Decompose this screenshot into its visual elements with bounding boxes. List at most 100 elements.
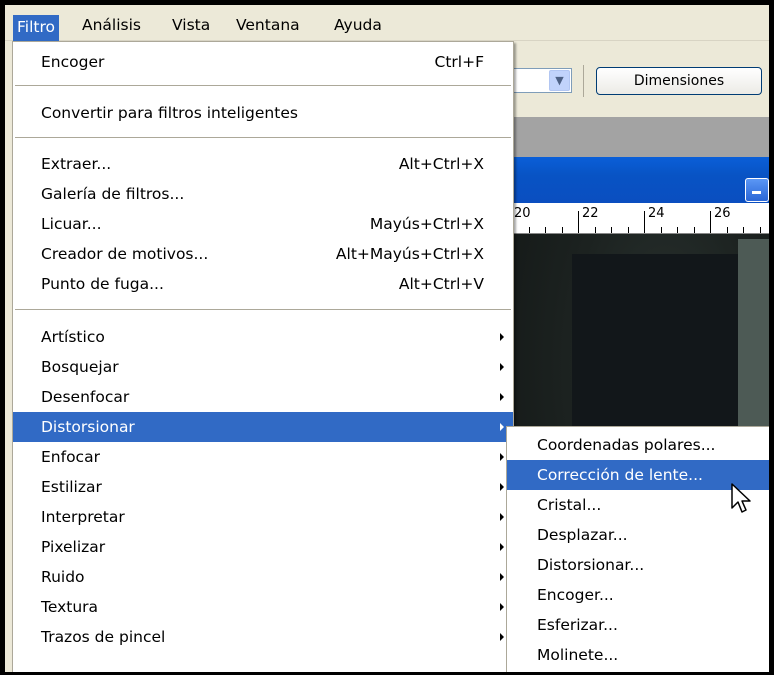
- submenu-arrow-icon: [500, 513, 504, 521]
- ruler-tick: [710, 211, 711, 233]
- ruler-tick: [726, 227, 728, 233]
- menu-separator: [15, 309, 511, 310]
- menu-item-label: Artístico: [41, 328, 105, 346]
- menu-ayuda[interactable]: Ayuda: [330, 15, 386, 35]
- menu-item-label: Trazos de pincel: [41, 628, 166, 646]
- submenu-arrow-icon: [500, 633, 504, 641]
- ruler-tick: [528, 227, 530, 233]
- submenu-arrow-icon: [500, 603, 504, 611]
- chevron-down-icon[interactable]: ▼: [549, 70, 570, 91]
- menu-item-bosquejar[interactable]: Bosquejar: [13, 352, 513, 382]
- minimize-icon[interactable]: [745, 178, 769, 202]
- menu-item-label: Encoger: [41, 53, 105, 71]
- submenu-arrow-icon: [500, 393, 504, 401]
- menu-item-shortcut: Alt+Ctrl+X: [398, 155, 484, 173]
- menu-item-encoger[interactable]: Encoger Ctrl+F: [13, 47, 513, 77]
- filter-menu: Encoger Ctrl+F Convertir para filtros in…: [12, 41, 514, 672]
- menu-item-desenfocar[interactable]: Desenfocar: [13, 382, 513, 412]
- menu-bar: Filtro Análisis Vista Ventana Ayuda: [5, 5, 769, 42]
- menu-item-label: Coordenadas polares...: [537, 436, 716, 454]
- menu-item-label: Cristal...: [537, 496, 602, 514]
- menu-item-label: Licuar...: [41, 215, 102, 233]
- submenu-item-cristal[interactable]: Cristal...: [507, 490, 769, 520]
- ruler-label: 24: [648, 206, 665, 221]
- menu-ventana[interactable]: Ventana: [232, 15, 304, 35]
- submenu-item-encoger[interactable]: Encoger...: [507, 580, 769, 610]
- menu-item-creador-motivos[interactable]: Creador de motivos... Alt+Mayús+Ctrl+X: [13, 239, 513, 269]
- submenu-item-correccion-lente[interactable]: Corrección de lente...: [507, 460, 769, 490]
- ruler-tick: [611, 227, 612, 233]
- menu-item-label: Enfocar: [41, 448, 100, 466]
- menu-item-shortcut: Alt+Ctrl+V: [398, 275, 484, 293]
- submenu-arrow-icon: [500, 543, 504, 551]
- menu-item-licuar[interactable]: Licuar... Mayús+Ctrl+X: [13, 209, 513, 239]
- menu-item-label: Encoger...: [537, 586, 614, 604]
- ruler-tick: [627, 227, 629, 233]
- menu-item-convertir-filtros-inteligentes[interactable]: Convertir para filtros inteligentes: [13, 98, 513, 128]
- submenu-arrow-icon: [500, 483, 504, 491]
- document-title-bar[interactable]: [510, 157, 769, 203]
- menu-item-extraer[interactable]: Extraer... Alt+Ctrl+X: [13, 149, 513, 179]
- ruler-tick: [693, 227, 695, 233]
- menu-item-distorsionar[interactable]: Distorsionar: [13, 412, 513, 442]
- menu-item-estilizar[interactable]: Estilizar: [13, 472, 513, 502]
- menu-item-label: Corrección de lente...: [537, 466, 703, 484]
- submenu-item-coordenadas-polares[interactable]: Coordenadas polares...: [507, 430, 769, 460]
- toolbar-separator: [583, 65, 584, 97]
- submenu-arrow-icon: [500, 453, 504, 461]
- menu-item-shortcut: Mayús+Ctrl+X: [369, 215, 484, 233]
- menu-item-artistico[interactable]: Artístico: [13, 322, 513, 352]
- menu-filtro[interactable]: Filtro: [13, 15, 59, 42]
- menu-item-label: Ruido: [41, 568, 85, 586]
- ruler-tick: [743, 227, 744, 233]
- menu-item-pixelizar[interactable]: Pixelizar: [13, 532, 513, 562]
- ruler-label: 22: [582, 206, 599, 221]
- panel-strip: [510, 117, 769, 157]
- ruler-tick: [677, 227, 678, 233]
- menu-separator: [15, 85, 511, 86]
- menu-item-shortcut: Ctrl+F: [434, 53, 484, 71]
- dimensions-button[interactable]: Dimensiones: [596, 67, 762, 95]
- ruler-label: 20: [514, 206, 531, 221]
- menu-item-label: Bosquejar: [41, 358, 119, 376]
- submenu-arrow-icon: [500, 423, 504, 431]
- menu-item-ruido[interactable]: Ruido: [13, 562, 513, 592]
- menu-analisis[interactable]: Análisis: [78, 15, 145, 35]
- menu-item-punto-fuga[interactable]: Punto de fuga... Alt+Ctrl+V: [13, 269, 513, 299]
- menu-item-label: Estilizar: [41, 478, 102, 496]
- menu-item-label: Desenfocar: [41, 388, 130, 406]
- submenu-item-molinete[interactable]: Molinete...: [507, 640, 769, 670]
- menu-item-label: Desplazar...: [537, 526, 628, 544]
- submenu-arrow-icon: [500, 333, 504, 341]
- menu-item-shortcut: Alt+Mayús+Ctrl+X: [335, 245, 484, 263]
- ruler-tick: [545, 227, 546, 233]
- submenu-arrow-icon: [500, 363, 504, 371]
- horizontal-ruler: 20 22 24 26: [510, 203, 769, 234]
- menu-item-label: Esferizar...: [537, 616, 618, 634]
- menu-item-label: Galería de filtros...: [41, 185, 185, 203]
- ruler-tick: [594, 227, 596, 233]
- menu-item-label: Textura: [41, 598, 99, 616]
- menu-item-trazos-pincel[interactable]: Trazos de pincel: [13, 622, 513, 652]
- ruler-tick: [561, 227, 563, 233]
- submenu-item-desplazar[interactable]: Desplazar...: [507, 520, 769, 550]
- menu-item-textura[interactable]: Textura: [13, 592, 513, 622]
- menu-item-label: Interpretar: [41, 508, 125, 526]
- submenu-item-distorsionar[interactable]: Distorsionar...: [507, 550, 769, 580]
- ruler-label: 26: [714, 206, 731, 221]
- ruler-tick: [578, 211, 579, 233]
- menu-item-label: Distorsionar: [41, 418, 135, 436]
- ruler-tick: [759, 227, 761, 233]
- menu-item-label: Pixelizar: [41, 538, 106, 556]
- menu-item-enfocar[interactable]: Enfocar: [13, 442, 513, 472]
- menu-vista[interactable]: Vista: [168, 15, 214, 35]
- distort-submenu: Coordenadas polares... Corrección de len…: [506, 426, 769, 672]
- menu-item-galeria-filtros[interactable]: Galería de filtros...: [13, 179, 513, 209]
- submenu-arrow-icon: [500, 573, 504, 581]
- menu-separator: [15, 137, 511, 138]
- menu-item-label: Punto de fuga...: [41, 275, 164, 293]
- ruler-tick: [660, 227, 662, 233]
- submenu-item-esferizar[interactable]: Esferizar...: [507, 610, 769, 640]
- menu-item-interpretar[interactable]: Interpretar: [13, 502, 513, 532]
- zoom-combo[interactable]: ▼: [510, 68, 572, 93]
